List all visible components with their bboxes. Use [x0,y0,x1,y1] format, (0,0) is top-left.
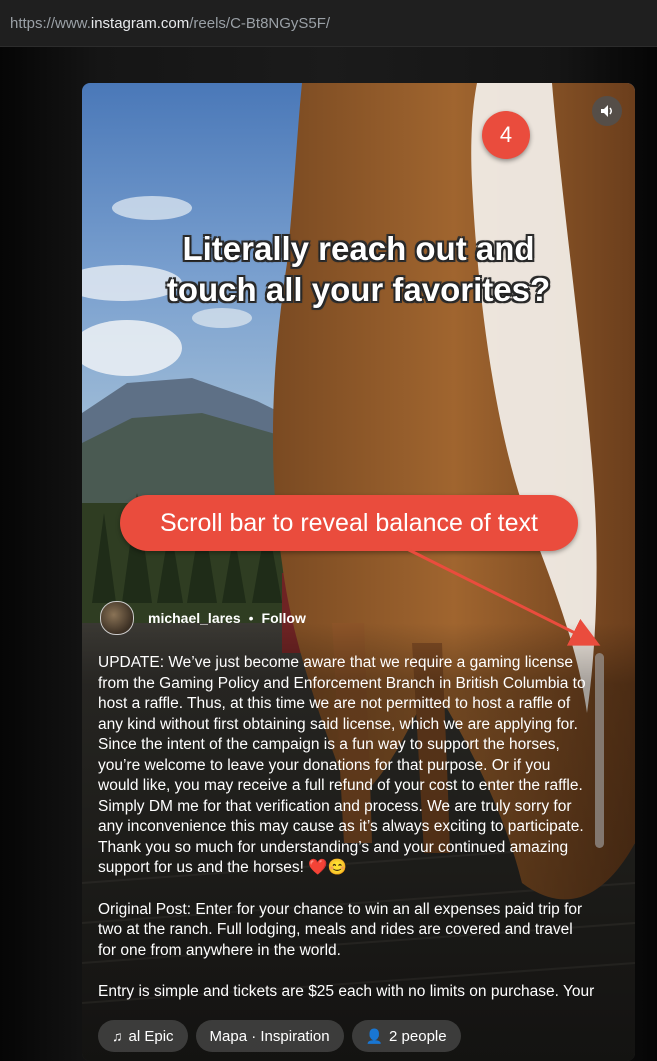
url-host: instagram.com [90,15,190,32]
video-overlay-text: Literally reach out and touch all your f… [82,228,635,310]
url-prefix: https://www. [10,15,91,32]
caption-scrollbar[interactable] [595,653,604,848]
music-note-icon: ♫ [112,1028,123,1044]
overlay-line-2: touch all your favorites? [166,271,551,308]
reel-tags: ♫ al Epic Mapa · Inspiration 👤 2 people [98,1020,469,1052]
url-path: /reels/C-Bt8NGyS5F/ [189,15,331,32]
reel-author: michael_lares • Follow [100,601,306,635]
url-text[interactable]: https://www.instagram.com/reels/C-Bt8NGy… [10,15,330,32]
step-number-badge: 4 [482,111,530,159]
location-chip[interactable]: Mapa · Inspiration [195,1020,344,1052]
person-icon: 👤 [365,1027,384,1044]
tagged-people-label: 2 people [389,1027,447,1045]
overlay-line-1: Literally reach out and [182,230,535,267]
caption-paragraph-original: Original Post: Enter for your chance to … [98,900,583,959]
browser-address-bar[interactable]: https://www.instagram.com/reels/C-Bt8NGy… [0,0,657,47]
caption-paragraph-update: UPDATE: We’ve just become aware that we … [98,654,586,876]
location-chip-label: Mapa · Inspiration [209,1027,330,1045]
mute-toggle-button[interactable] [592,96,622,126]
audio-chip-label: al Epic [128,1027,174,1045]
tagged-people-chip[interactable]: 👤 2 people [351,1020,461,1052]
follow-button[interactable]: Follow [262,610,306,626]
caption-text[interactable]: UPDATE: We’ve just become aware that we … [98,653,595,1003]
speaker-icon [601,105,612,117]
annotation-callout: Scroll bar to reveal balance of text [120,495,578,551]
reel-video[interactable]: 4 Literally reach out and touch all your… [82,83,635,1061]
audio-chip[interactable]: ♫ al Epic [98,1020,188,1052]
username[interactable]: michael_lares [148,610,241,626]
caption-paragraph-entry: Entry is simple and tickets are $25 each… [98,983,595,1000]
separator-dot: • [248,610,254,626]
avatar[interactable] [100,601,134,635]
